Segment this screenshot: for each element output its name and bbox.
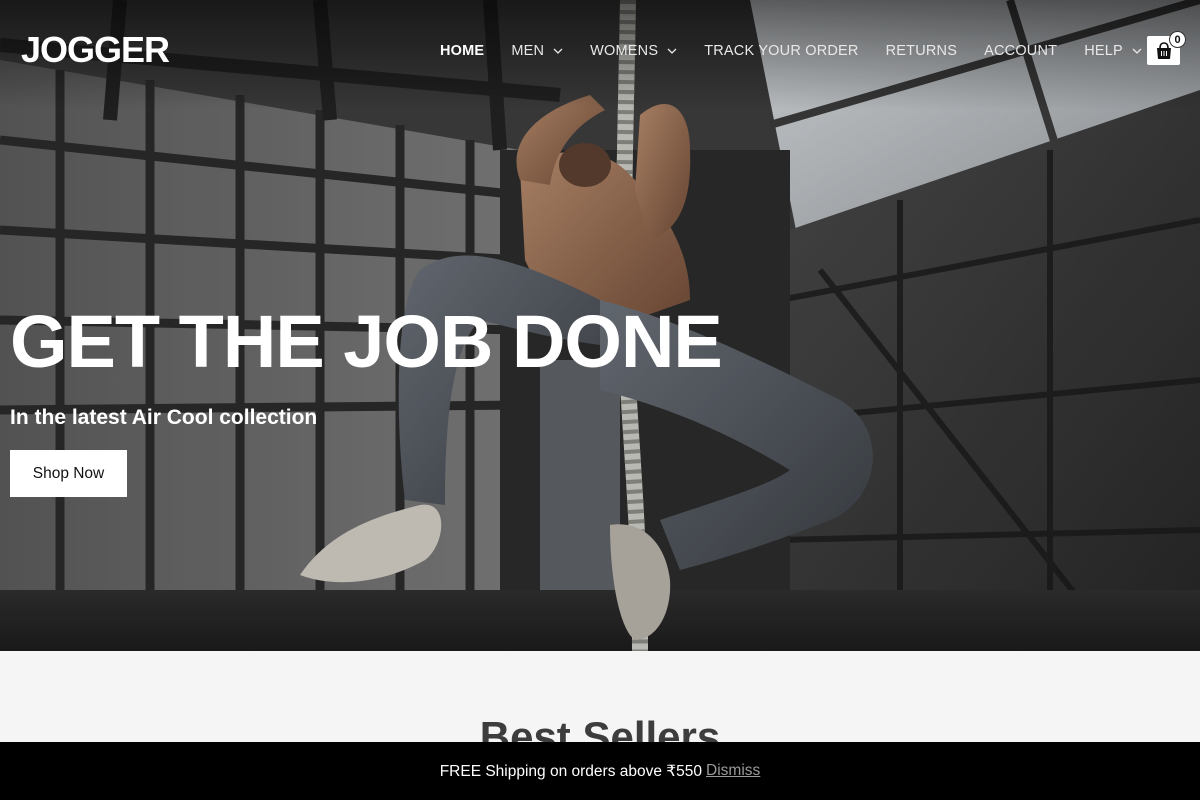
nav-item-label: ACCOUNT bbox=[984, 43, 1058, 59]
nav-item-help[interactable]: HELP bbox=[1084, 43, 1142, 59]
nav-item-track-order[interactable]: TRACK YOUR ORDER bbox=[704, 43, 858, 59]
site-logo[interactable]: JOGGER bbox=[21, 30, 170, 70]
chevron-down-icon bbox=[553, 46, 563, 56]
nav-item-account[interactable]: ACCOUNT bbox=[984, 43, 1057, 59]
nav-item-label: WOMENS bbox=[590, 43, 659, 59]
hero-subtitle: In the latest Air Cool collection bbox=[10, 406, 318, 429]
chevron-down-icon bbox=[1132, 46, 1142, 56]
shipping-notice-text: FREE Shipping on orders above ₹550 bbox=[439, 762, 703, 780]
shop-now-button[interactable]: Shop Now bbox=[10, 450, 127, 497]
nav-item-returns[interactable]: RETURNS bbox=[886, 43, 958, 59]
cart-count-badge: 0 bbox=[1169, 31, 1186, 48]
main-nav: HOME MEN WOMENS TRACK YOUR ORDER RETURNS… bbox=[440, 40, 1169, 62]
nav-item-label: RETURNS bbox=[885, 43, 958, 59]
hero-title: GET THE JOB DONE bbox=[10, 300, 723, 383]
site-header: JOGGER HOME MEN WOMENS TRACK YOUR ORDER … bbox=[0, 0, 1200, 100]
nav-item-label: HOME bbox=[440, 43, 485, 59]
nav-item-men[interactable]: MEN bbox=[511, 43, 563, 59]
nav-item-home[interactable]: HOME bbox=[440, 43, 484, 59]
nav-item-label: HELP bbox=[1084, 43, 1123, 59]
shipping-notice-bar: FREE Shipping on orders above ₹550 Dismi… bbox=[0, 742, 1200, 800]
dismiss-link[interactable]: Dismiss bbox=[706, 762, 760, 780]
nav-item-label: TRACK YOUR ORDER bbox=[704, 43, 859, 59]
nav-item-label: MEN bbox=[511, 43, 545, 59]
chevron-down-icon bbox=[667, 46, 677, 56]
nav-item-womens[interactable]: WOMENS bbox=[590, 43, 677, 59]
